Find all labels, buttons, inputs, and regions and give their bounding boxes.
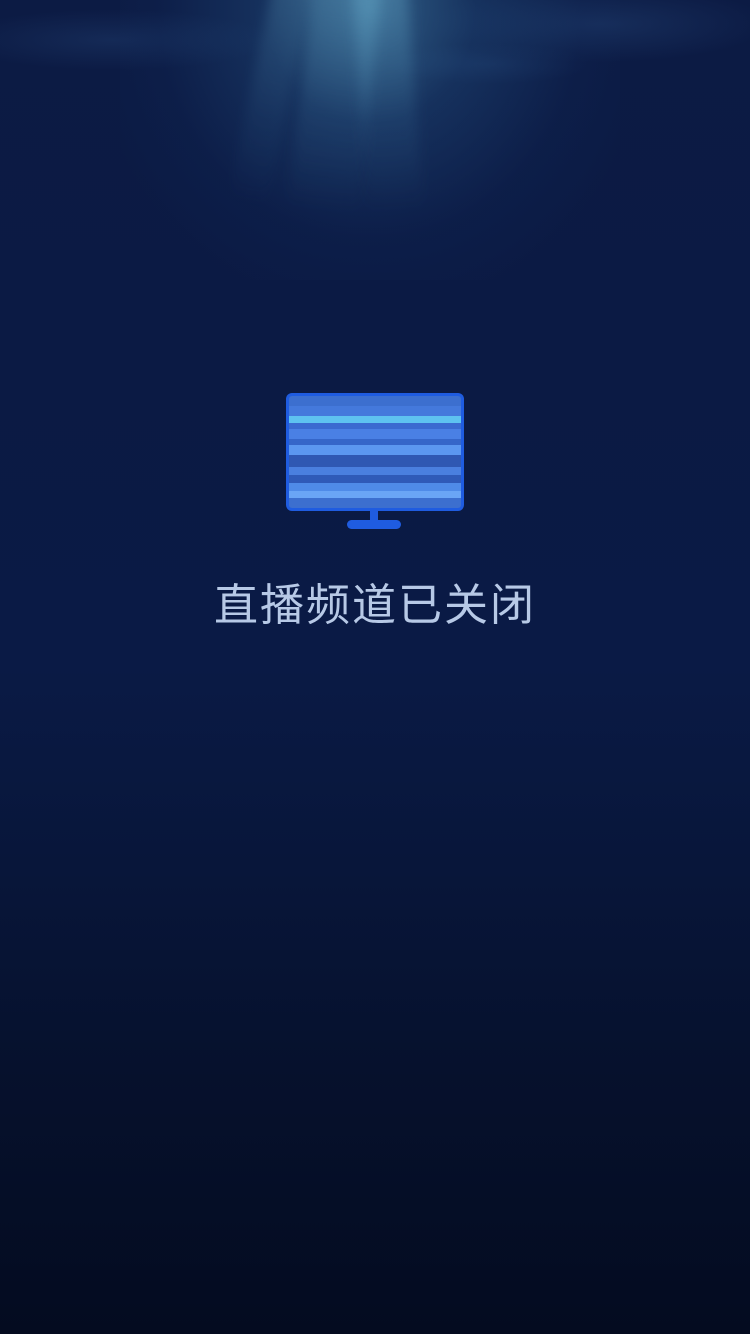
channel-closed-message: 直播频道已关闭	[214, 580, 536, 631]
live-channel-closed-screen: 直播频道已关闭	[0, 0, 750, 1334]
tv-static-icon	[284, 391, 466, 531]
light-ray	[352, 0, 423, 212]
light-ray	[288, 0, 382, 214]
water-surface-ripples	[0, 0, 750, 160]
light-ray	[226, 0, 314, 212]
underwater-light-glow	[120, 0, 620, 280]
